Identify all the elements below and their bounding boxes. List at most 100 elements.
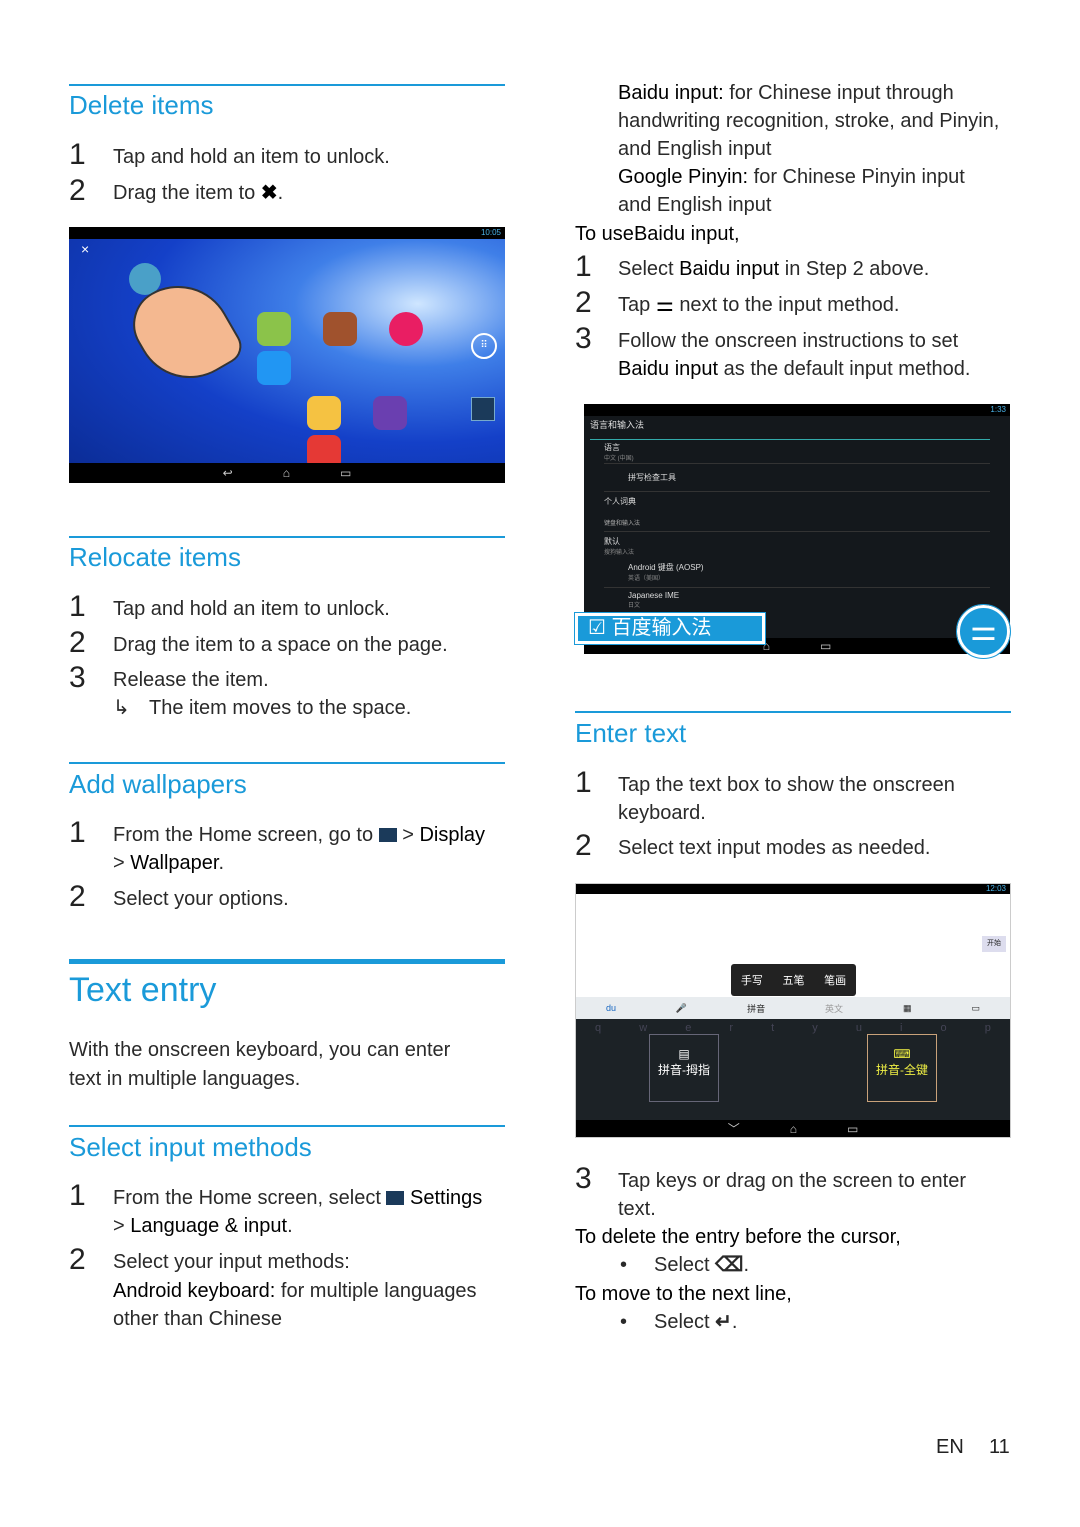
step-text: Follow the onscreen instructions to set: [618, 330, 959, 352]
settings-item-japanese[interactable]: Japanese IME 日文: [604, 591, 990, 615]
heading-select-input-methods: Select input methods: [69, 1132, 312, 1162]
settings-app-icon: [386, 1191, 405, 1205]
input-mode-popup: 手写 五笔 笔画: [731, 964, 856, 996]
step-number: 1: [575, 766, 592, 799]
keyboard-hide-icon[interactable]: ▭: [971, 1003, 980, 1014]
key[interactable]: t: [771, 1022, 774, 1034]
mode-pinyin-full[interactable]: ⌨ 拼音-全键: [867, 1034, 937, 1102]
step-number: 2: [69, 880, 86, 913]
mode-wubi[interactable]: 五笔: [782, 972, 804, 988]
keyboard-screenshot: 12:03 开始 手写 五笔 笔画 du 🎤 拼音 英文 ▦ ▭ q w e r t y u i o p ▤ 拼音…: [575, 883, 1011, 1138]
recent-apps-icon: ▭: [819, 639, 832, 653]
step-text: From the Home screen, go to > Display: [113, 824, 486, 846]
settings-item-android-keyboard[interactable]: Android 键盘 (AOSP) 英语（美国）: [604, 562, 990, 588]
key[interactable]: i: [900, 1022, 902, 1034]
result-arrow-icon: ↳: [113, 697, 130, 719]
heading-text-entry: Text entry: [69, 971, 217, 1009]
keyboard: q w e r t y u i o p ▤ 拼音-拇指 ⌨ 拼音-全键: [576, 1019, 1010, 1122]
grid-icon[interactable]: ▦: [903, 1003, 912, 1014]
heading-add-wallpapers: Add wallpapers: [69, 769, 247, 799]
divider: [69, 959, 505, 964]
back-icon: ↩: [222, 466, 233, 480]
key[interactable]: u: [856, 1022, 862, 1034]
key[interactable]: p: [985, 1022, 991, 1034]
settings-app-icon: [378, 828, 397, 842]
step-text: Tap and hold an item to unlock.: [113, 598, 390, 620]
step-number: 3: [69, 661, 86, 694]
key[interactable]: w: [639, 1022, 647, 1034]
divider: [69, 84, 505, 86]
step-number: 1: [69, 1179, 86, 1212]
key[interactable]: o: [941, 1022, 947, 1034]
step-text: > Wallpaper.: [113, 852, 225, 874]
mode-stroke[interactable]: 笔画: [824, 972, 846, 988]
step-number: 3: [575, 322, 592, 355]
status-bar: 1:33: [584, 404, 1010, 416]
enter-icon: ↵: [715, 1311, 732, 1333]
step-number: 1: [69, 138, 86, 171]
step-text: keyboard.: [618, 802, 706, 824]
settings-item-default[interactable]: 默认 搜狗输入法: [604, 536, 990, 560]
english-tab[interactable]: 英文: [825, 1002, 843, 1015]
nav-bar: ↩ ⌂ ▭: [69, 463, 505, 483]
step-number: 3: [575, 1162, 592, 1195]
close-x-icon: ✖: [260, 182, 278, 204]
subheading: To useBaidu input,: [575, 223, 740, 245]
subheading: To move to the next line,: [575, 1283, 792, 1305]
key-row: qwertyuiop: [576, 1019, 1010, 1034]
step-number: 2: [69, 626, 86, 659]
divider: [575, 711, 1011, 713]
app-drawer-icon: ⠿: [471, 333, 497, 359]
settings-item-spellcheck[interactable]: 拼写检查工具: [604, 468, 990, 492]
step-result: The item moves to the space.: [149, 697, 412, 719]
divider: [69, 762, 505, 764]
language-label: EN: [936, 1436, 964, 1458]
keyboard-toolbar: du 🎤 拼音 英文 ▦ ▭: [576, 997, 1010, 1019]
mode-pinyin-thumb[interactable]: ▤ 拼音-拇指: [649, 1034, 719, 1102]
step-number: 2: [575, 286, 592, 319]
step-text: Drag the item to ✖.: [113, 182, 284, 204]
paragraph: With the onscreen keyboard, you can ente…: [69, 1039, 451, 1061]
recent-apps-icon: ▭: [339, 466, 352, 480]
home-icon: ⌂: [789, 1121, 797, 1136]
paragraph: and English input: [618, 138, 772, 160]
step-text: Tap ⚌ next to the input method.: [618, 294, 900, 316]
step-text: text.: [618, 1198, 656, 1220]
bullet-text: Select ↵.: [654, 1311, 738, 1333]
step-text: Tap and hold an item to unlock.: [113, 146, 390, 168]
bullet: •: [620, 1311, 628, 1333]
app-grid: [241, 312, 441, 483]
page-number: 11: [989, 1436, 1010, 1458]
settings-sliders-callout-icon: ⚌: [956, 604, 1011, 659]
status-bar: 10:05: [69, 227, 505, 239]
baidu-input-callout: ☑ 百度输入法: [574, 612, 766, 645]
step-number: 1: [69, 590, 86, 623]
section-keyboard: 键盘和输入法: [604, 518, 990, 532]
key[interactable]: q: [595, 1022, 601, 1034]
microphone-icon[interactable]: 🎤: [676, 1003, 687, 1014]
hide-keyboard-icon: ﹀: [727, 1122, 740, 1136]
settings-item-language[interactable]: 语言 中文 (中国): [604, 442, 990, 464]
step-text: Baidu input as the default input method.: [618, 358, 971, 380]
step-text: Select your options.: [113, 888, 289, 910]
key[interactable]: r: [729, 1022, 733, 1034]
nav-bar: ﹀ ⌂ ▭: [576, 1120, 1010, 1137]
mode-handwriting[interactable]: 手写: [741, 972, 763, 988]
step-text: Release the item.: [113, 669, 269, 691]
start-button[interactable]: 开始: [982, 936, 1006, 952]
home-icon: ⌂: [282, 466, 290, 480]
key[interactable]: e: [685, 1022, 691, 1034]
step-number: 2: [575, 829, 592, 862]
baidu-logo-icon: du: [605, 1003, 616, 1013]
subheading: To delete the entry before the cursor,: [575, 1226, 901, 1248]
pinyin-tab[interactable]: 拼音: [747, 1002, 765, 1015]
settings-icon: [471, 397, 495, 421]
settings-sliders-icon: ⚌: [655, 294, 674, 316]
settings-item-dictionary[interactable]: 个人词典: [604, 496, 990, 512]
key[interactable]: y: [812, 1022, 818, 1034]
step-text: > Language & input.: [113, 1215, 293, 1237]
step-text: other than Chinese: [113, 1308, 283, 1330]
paragraph: text in multiple languages.: [69, 1068, 301, 1090]
step-text: Drag the item to a space on the page.: [113, 634, 448, 656]
home-screen-screenshot: 10:05 × ⠿ ↩ ⌂ ▭: [69, 227, 505, 483]
